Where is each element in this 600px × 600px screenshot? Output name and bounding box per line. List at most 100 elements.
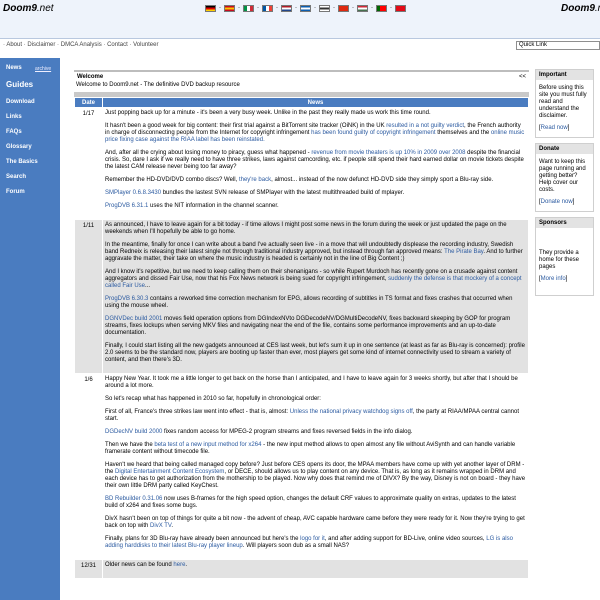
news-link[interactable]: Unless the national privacy watchdog sig… — [290, 409, 413, 415]
hu-flag-icon[interactable] — [357, 5, 368, 12]
quick-link-select[interactable]: Quick Link — [516, 41, 600, 50]
news-link[interactable]: ProgDVB 6.31.1 — [105, 203, 148, 209]
sidebox-important: Important Before using this site you must… — [535, 69, 594, 138]
sidebar-item-download[interactable]: Download — [6, 99, 35, 105]
news-row: 1/17 Just popping back up for a minute - … — [75, 108, 528, 219]
logo-text-right: Doom9 — [561, 3, 595, 14]
news-text: Then we have the — [105, 442, 155, 448]
news-link[interactable]: revenue from movie theaters is up 10% in… — [311, 150, 465, 156]
logo-text: Doom9 — [3, 3, 37, 14]
news-paragraph: It hasn't been a good week for big conte… — [105, 123, 526, 144]
news-paragraph: ProgDVB 6.30.3 contains a reworked time … — [105, 296, 526, 310]
sidebar-item-news[interactable]: News — [6, 65, 22, 71]
news-link[interactable]: The Pirate Bay — [444, 249, 483, 255]
news-date: 1/6 — [75, 374, 102, 559]
sidebar-item-faqs[interactable]: FAQs — [6, 129, 22, 135]
flag-separator: - — [314, 5, 316, 11]
news-paragraph: DGDecNV build 2000 fixes random access f… — [105, 429, 526, 436]
news-text: contains a reworked time correction mech… — [105, 296, 513, 309]
subnav-link[interactable]: Volunteer — [133, 42, 158, 48]
welcome-title: Welcome — [77, 74, 104, 80]
kr-flag-icon[interactable] — [319, 5, 330, 12]
news-date: 1/11 — [75, 220, 102, 373]
sidebox-link[interactable]: Donate now — [541, 199, 573, 205]
news-link[interactable]: Digital Entertainment Content Ecosystem — [115, 469, 224, 475]
subnav-link[interactable]: DMCA Analysis — [61, 42, 102, 48]
sidebox-link[interactable]: More info — [541, 276, 566, 282]
news-text: Just popping back up for a minute - it's… — [105, 110, 431, 116]
news-paragraph: ProgDVB 6.31.1 uses the NIT information … — [105, 203, 526, 210]
bracket: ] — [567, 125, 570, 131]
sidebar-item-guides[interactable]: Guides — [6, 80, 33, 89]
flag-separator: - — [238, 5, 240, 11]
news-link[interactable]: beta test of a new input method for x264 — [154, 442, 261, 448]
news-text: Remember the HD-DVD/DVD combo discs? Wel… — [105, 177, 239, 183]
news-paragraph: And I know it's repetitive, but we need … — [105, 269, 526, 290]
sidebox-text: They provide a home for these pages — [539, 250, 580, 270]
news-link[interactable]: BD Rebuilder 0.31.06 — [105, 496, 162, 502]
news-text: And, after all the crying about losing m… — [105, 150, 312, 156]
news-text: Finally, plans for 3D Blu-ray have alrea… — [105, 536, 301, 542]
news-link[interactable]: SMPlayer 0.6.8.3430 — [105, 190, 161, 196]
flag-separator: - — [219, 5, 221, 11]
subnav-link[interactable]: Contact — [107, 42, 128, 48]
news-link[interactable]: ProgDVB 6.30.3 — [105, 296, 148, 302]
de-flag-icon[interactable] — [205, 5, 216, 12]
news-body: As announced, I have to leave again for … — [103, 220, 528, 373]
news-paragraph: Older news can be found here. — [105, 562, 526, 569]
sidebox-link[interactable]: Read now — [541, 125, 568, 131]
sidebox-link-wrap: [Read now] — [539, 125, 590, 132]
news-link[interactable]: they're back — [239, 177, 271, 183]
news-paragraph: SMPlayer 0.6.8.3430 bundles the lastest … — [105, 190, 526, 197]
sidebar-item-forum[interactable]: Forum — [6, 189, 25, 195]
news-body: Happy New Year. It took me a little long… — [103, 374, 528, 559]
it-flag-icon[interactable] — [243, 5, 254, 12]
site-logo[interactable]: Doom9.net — [3, 3, 54, 14]
sidebar-item-glossary[interactable]: Glossary — [6, 144, 32, 150]
sidebox-text: Want to keep this page running and getti… — [539, 159, 586, 193]
top-header: Doom9.net ---------- Doom9.net · About ·… — [0, 0, 600, 50]
news-link[interactable]: DivX TV — [150, 523, 171, 529]
news-text: . — [185, 562, 188, 568]
sidebar-item-the-basics[interactable]: The Basics — [6, 159, 38, 165]
news-link[interactable]: resulted in a not guilty verdict — [386, 123, 464, 129]
sidebox-title: Donate — [536, 144, 593, 154]
news-paragraph: Just popping back up for a minute - it's… — [105, 110, 526, 117]
sidebox-title: Important — [536, 70, 593, 80]
sidebar-item-search[interactable]: Search — [6, 174, 26, 180]
es-flag-icon[interactable] — [224, 5, 235, 12]
news-row: 1/6 Happy New Year. It took me a little l… — [75, 374, 528, 559]
subnav-link[interactable]: Disclaimer — [27, 42, 55, 48]
gr-flag-icon[interactable] — [300, 5, 311, 12]
pt-flag-icon[interactable] — [376, 5, 387, 12]
flag-separator: - — [276, 5, 278, 11]
news-link[interactable]: here — [173, 562, 185, 568]
sidebox-link-wrap: [Donate now] — [539, 199, 590, 206]
news-text: now uses B-frames for the high speed opt… — [105, 496, 516, 509]
news-link[interactable]: has been found guilty of copyright infri… — [311, 130, 435, 136]
site-logo-right[interactable]: Doom9.net — [561, 3, 600, 14]
news-text: bundles the lastest SVN release of SMPla… — [161, 190, 405, 196]
news-paragraph: DivX hasn't been on top of things for qu… — [105, 516, 526, 530]
sidebar-item-archive[interactable]: archive — [35, 66, 51, 72]
news-link[interactable]: logo for it — [300, 536, 325, 542]
logo-tld: .net — [36, 3, 54, 14]
tr-flag-icon[interactable] — [395, 5, 406, 12]
sidebox-body: Before using this site you must fully re… — [536, 80, 593, 137]
news-link[interactable]: DGDecNV build 2000 — [105, 429, 162, 435]
sidebox-text: Before using this site you must fully re… — [539, 85, 587, 119]
news-link[interactable]: DGNVDec build 2001 — [105, 316, 162, 322]
news-text: Older news can be found — [105, 562, 174, 568]
news-date: 1/17 — [75, 108, 102, 219]
sidebar-item-links[interactable]: Links — [6, 114, 22, 120]
subnav-link[interactable]: About — [6, 42, 22, 48]
nl-flag-icon[interactable] — [281, 5, 292, 12]
news-column-header: News — [103, 98, 528, 107]
collapse-button[interactable]: << — [519, 74, 526, 80]
cn-flag-icon[interactable] — [338, 5, 349, 12]
news-paragraph: And, after all the crying about losing m… — [105, 150, 526, 171]
sidebox-body: They provide a home for these pages [More… — [536, 228, 593, 295]
welcome-text: Welcome to Doom9.net - The definitive DV… — [76, 82, 240, 88]
news-text: Finally, I could start listing all the n… — [105, 343, 525, 363]
fr-flag-icon[interactable] — [262, 5, 273, 12]
